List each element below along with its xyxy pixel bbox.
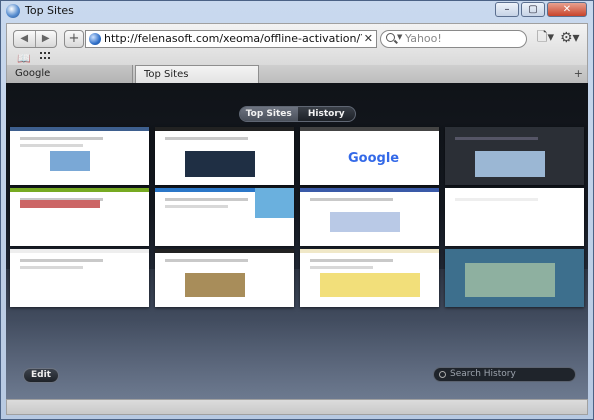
add-bookmark-button[interactable]: +	[64, 30, 84, 48]
address-bar[interactable]: http://felenasoft.com/xeoma/offline-acti…	[85, 30, 377, 48]
site-thumbnail-10[interactable]	[155, 249, 294, 307]
globe-icon	[89, 33, 101, 45]
minimize-button[interactable]: –	[495, 2, 519, 17]
site-thumbnail-5[interactable]	[10, 188, 149, 246]
site-thumbnail-12[interactable]	[445, 249, 584, 307]
status-bar	[6, 399, 588, 415]
browser-window: Top Sites – ▢ ✕ ◀ ▶ + http://felenasoft.…	[0, 0, 594, 420]
book-icon[interactable]: 📖	[17, 52, 31, 65]
search-history-field[interactable]: Search History	[433, 367, 576, 382]
tab-bar: Google Top Sites +	[6, 65, 588, 83]
top-sites-view: Top Sites History Google Edit Search His…	[6, 83, 588, 399]
settings-menu-button[interactable]: ⚙▾	[560, 29, 582, 47]
close-button[interactable]: ✕	[547, 2, 587, 17]
nav-buttons: ◀ ▶	[13, 30, 57, 48]
search-history-input[interactable]: Search History	[450, 368, 516, 381]
new-tab-button[interactable]: +	[574, 65, 583, 82]
toolbar: ◀ ▶ + http://felenasoft.com/xeoma/offlin…	[6, 23, 588, 65]
search-field[interactable]: ▼ Yahoo!	[380, 30, 527, 48]
view-switcher: Top Sites History	[239, 106, 356, 122]
back-button[interactable]: ◀	[14, 31, 35, 47]
google-logo: Google	[348, 151, 400, 166]
forward-button[interactable]: ▶	[34, 31, 57, 47]
edit-button[interactable]: Edit	[23, 368, 59, 383]
site-thumbnail-1[interactable]	[10, 127, 149, 185]
window-controls: – ▢ ✕	[495, 2, 587, 17]
page-menu-button[interactable]: 🗋▾	[537, 30, 555, 46]
site-thumbnail-9[interactable]	[10, 249, 149, 307]
window-title: Top Sites	[25, 4, 74, 17]
grid-icon[interactable]	[40, 52, 50, 60]
site-thumbnail-7[interactable]	[300, 188, 439, 246]
address-input[interactable]: http://felenasoft.com/xeoma/offline-acti…	[104, 32, 362, 46]
tab-google[interactable]: Google	[7, 65, 133, 83]
clear-url-icon[interactable]: ✕	[364, 32, 373, 46]
search-icon	[386, 33, 395, 42]
maximize-button[interactable]: ▢	[521, 2, 545, 17]
search-input[interactable]: Yahoo!	[405, 32, 442, 46]
top-sites-segment[interactable]: Top Sites	[240, 107, 298, 121]
history-segment[interactable]: History	[298, 107, 356, 121]
site-thumbnail-4[interactable]	[445, 127, 584, 185]
site-thumbnail-2[interactable]	[155, 127, 294, 185]
site-thumbnail-3[interactable]: Google	[300, 127, 439, 185]
site-thumbnail-6[interactable]	[155, 188, 294, 246]
site-thumbnail-8[interactable]	[445, 188, 584, 246]
safari-compass-icon	[6, 4, 20, 18]
search-icon	[439, 371, 446, 378]
tab-top-sites[interactable]: Top Sites	[135, 65, 259, 83]
site-thumbnail-11[interactable]	[300, 249, 439, 307]
chevron-down-icon[interactable]: ▼	[397, 33, 402, 41]
thumbnail-grid: Google	[10, 127, 586, 307]
title-bar: Top Sites – ▢ ✕	[1, 1, 593, 21]
